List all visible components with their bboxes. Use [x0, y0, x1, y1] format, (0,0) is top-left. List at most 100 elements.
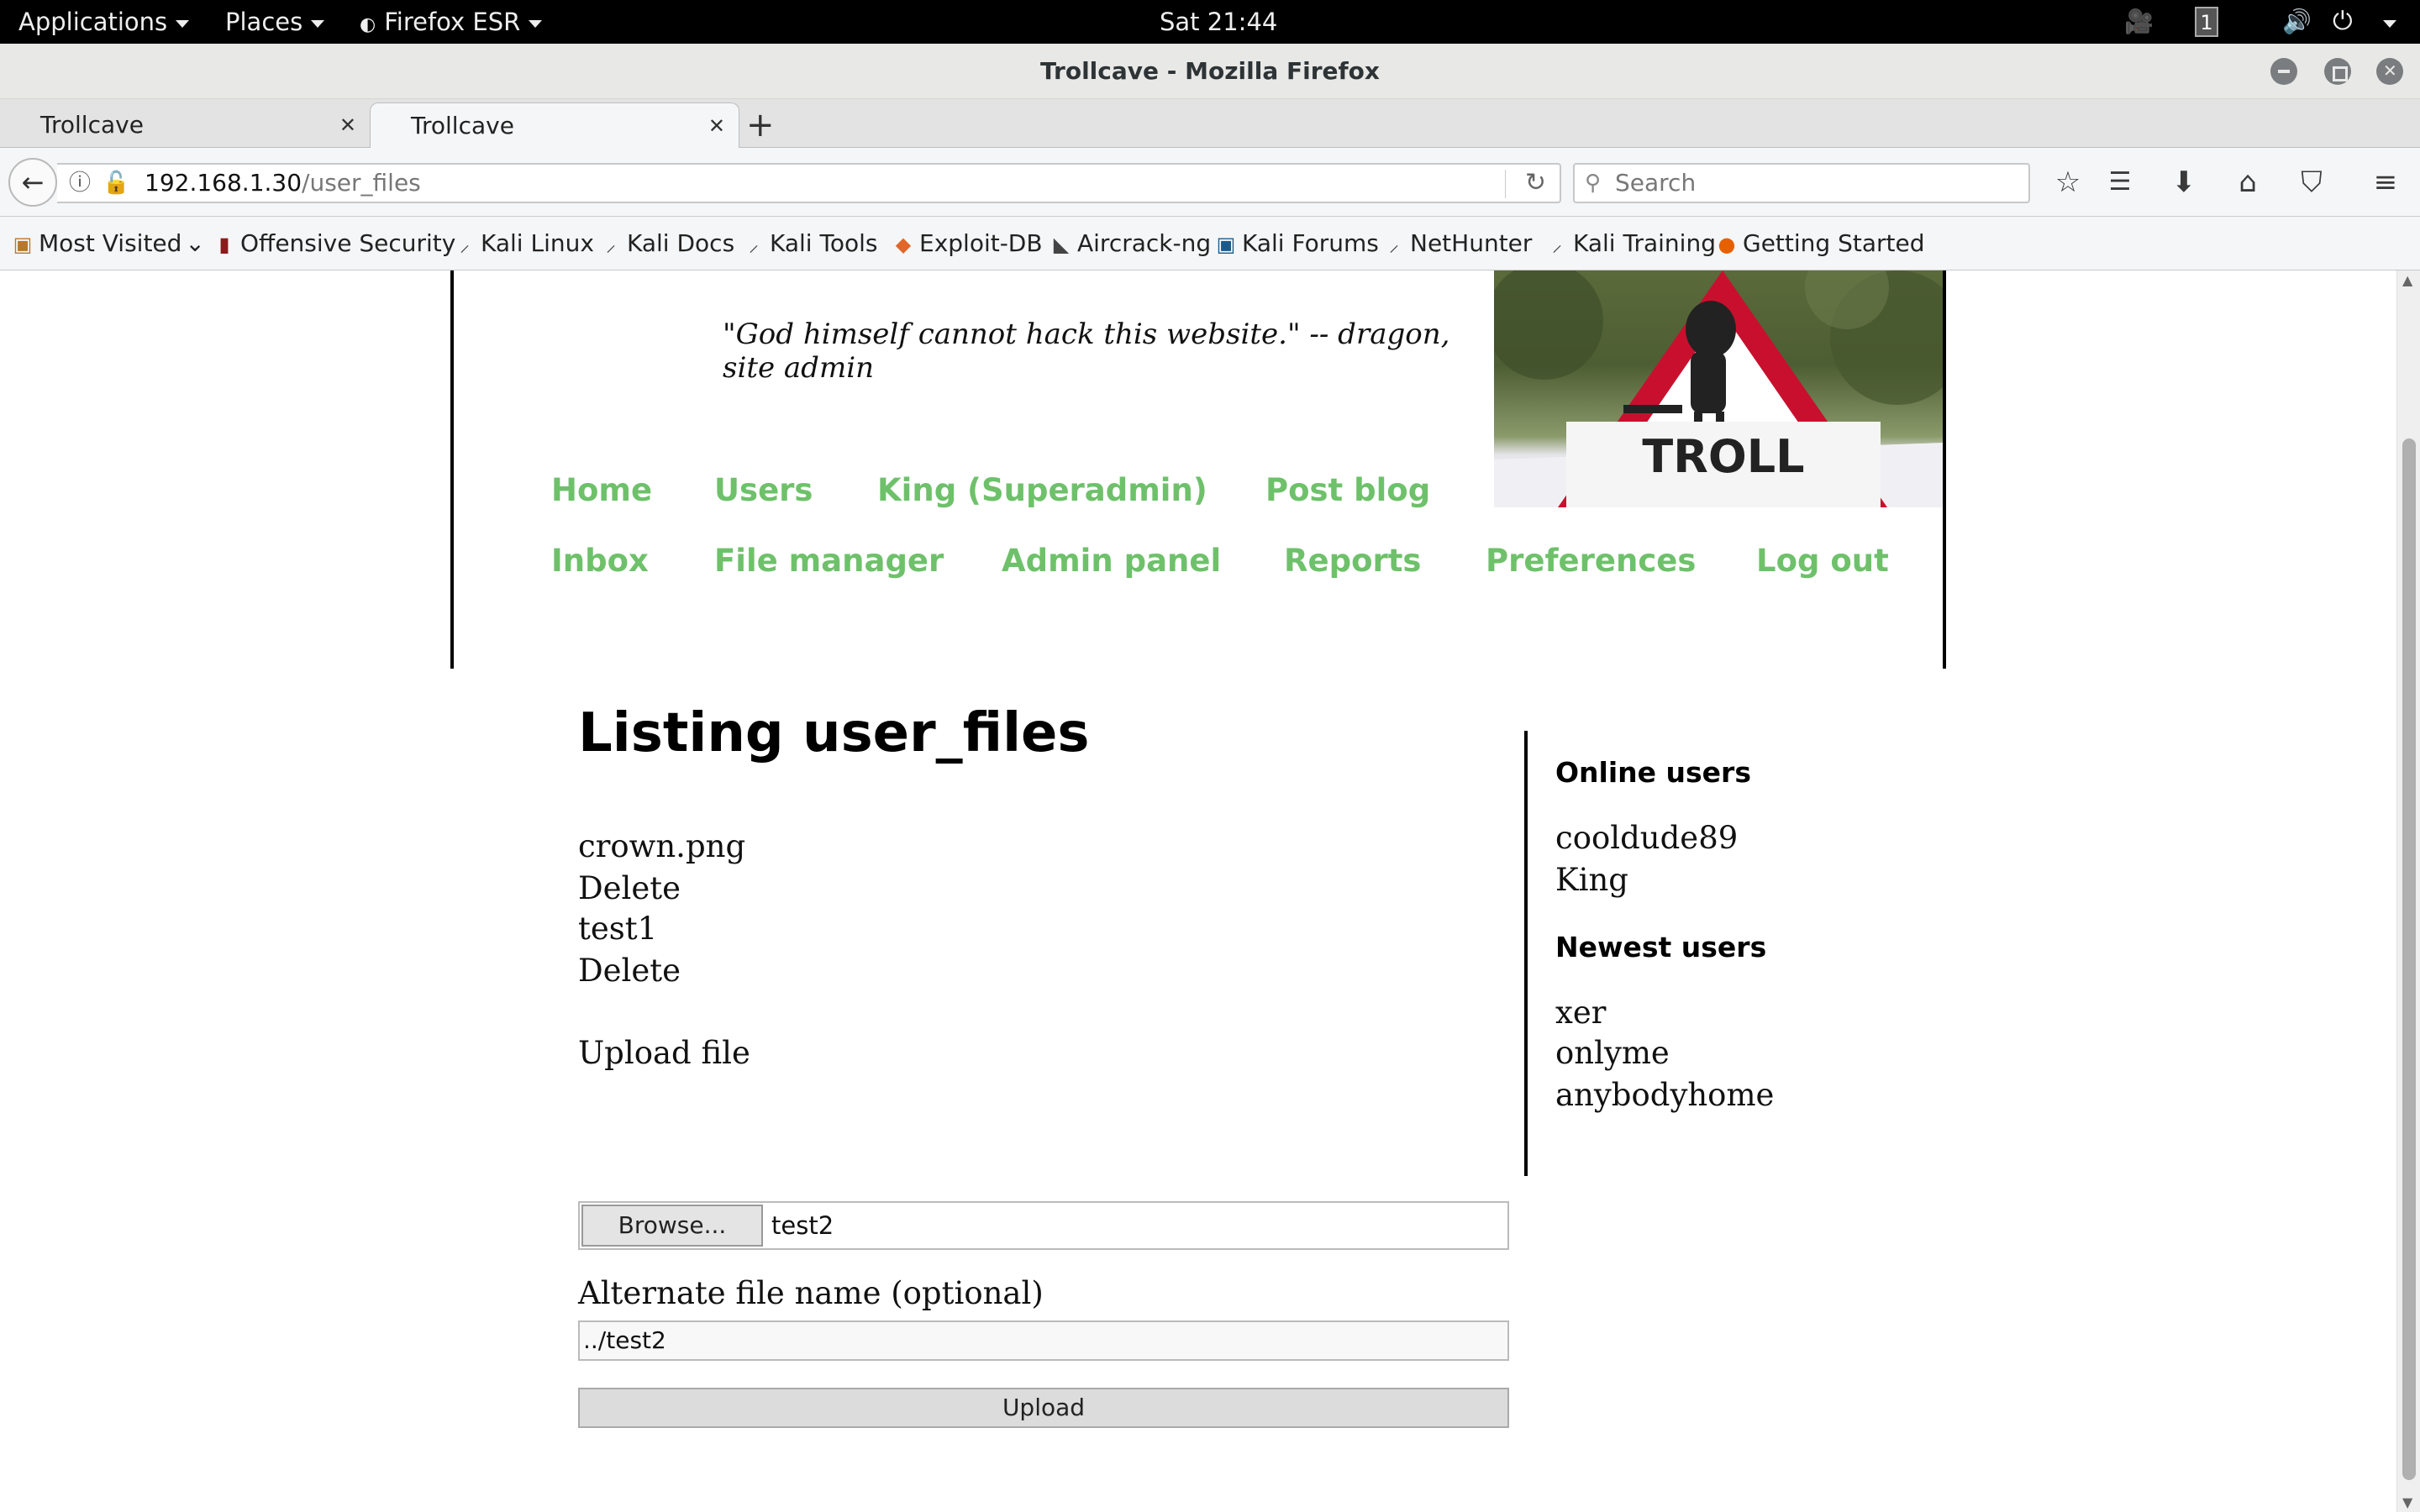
- tab-label: Trollcave: [40, 111, 144, 139]
- newest-user[interactable]: onlyme: [1555, 1035, 1670, 1071]
- upload-button[interactable]: Upload: [578, 1388, 1509, 1428]
- window-title-bar: Trollcave - Mozilla Firefox: [0, 44, 2420, 99]
- firefox-app-menu[interactable]: ◐ Firefox ESR: [360, 0, 543, 44]
- bookmark-nethunter[interactable]: ⸝ NetHunter: [1383, 217, 1532, 270]
- search-icon: ⚲: [1585, 171, 1602, 196]
- bookmark-getting-started[interactable]: ● Getting Started: [1716, 217, 1925, 270]
- delete-link-crown[interactable]: Delete: [578, 870, 681, 906]
- bookmark-most-visited[interactable]: ▣ Most Visited ⌄: [12, 217, 205, 270]
- alternate-file-name-input[interactable]: ../test2: [578, 1320, 1509, 1361]
- nav-users[interactable]: Users: [714, 472, 813, 508]
- kali-icon: ⸝: [460, 233, 470, 256]
- bookmark-kali-linux[interactable]: ⸝ Kali Linux: [454, 217, 594, 270]
- bookmark-label: Getting Started: [1743, 229, 1925, 257]
- search-input[interactable]: ⚲ Search: [1573, 163, 2030, 203]
- insecure-lock-icon[interactable]: 🔓: [103, 165, 129, 202]
- site-quote: "God himself cannot hack this website." …: [723, 318, 1450, 385]
- browse-button[interactable]: Browse...: [581, 1205, 763, 1247]
- nav-reports[interactable]: Reports: [1284, 543, 1421, 579]
- bookmark-label: Exploit-DB: [919, 229, 1043, 257]
- newest-user[interactable]: xer: [1555, 995, 1606, 1031]
- bookmark-label: Most Visited: [39, 229, 182, 257]
- maximize-button[interactable]: [2324, 58, 2351, 85]
- volume-icon[interactable]: 🔊: [2282, 0, 2312, 44]
- pocket-icon[interactable]: ⛉: [2291, 160, 2333, 205]
- url-host: 192.168.1.30: [145, 169, 302, 197]
- bookmark-label: NetHunter: [1410, 229, 1533, 257]
- scroll-up-icon[interactable]: ▲: [2402, 272, 2412, 288]
- nav-home[interactable]: Home: [551, 472, 652, 508]
- newest-users-heading: Newest users: [1555, 931, 1767, 963]
- firefox-dot-icon: ◐: [360, 14, 376, 35]
- tab-trollcave-2[interactable]: Trollcave ✕: [370, 102, 739, 148]
- chevron-down-icon: ⌄: [185, 229, 205, 257]
- bookmark-star-icon[interactable]: ☆: [2047, 160, 2089, 205]
- online-user[interactable]: cooldude89: [1555, 820, 1738, 856]
- nav-file-manager[interactable]: File manager: [714, 543, 944, 579]
- bookmark-label: Kali Tools: [770, 229, 878, 257]
- upload-file-heading: Upload file: [578, 1035, 750, 1071]
- chevron-down-icon: [529, 19, 543, 28]
- folder-icon: ▣: [13, 233, 33, 256]
- tab-trollcave-1[interactable]: Trollcave ✕: [0, 102, 370, 148]
- bookmark-kali-training[interactable]: ⸝ Kali Training: [1546, 217, 1716, 270]
- camera-icon[interactable]: 🎥: [2124, 0, 2154, 44]
- info-icon[interactable]: ⓘ: [69, 165, 91, 202]
- scroll-down-icon[interactable]: ▼: [2402, 1494, 2412, 1510]
- new-tab-button[interactable]: +: [746, 102, 775, 148]
- nav-admin-panel[interactable]: Admin panel: [1002, 543, 1221, 579]
- file-input[interactable]: Browse... test2: [578, 1201, 1509, 1250]
- system-top-bar: Applications Places ◐ Firefox ESR Sat 21:…: [0, 0, 2420, 44]
- chevron-down-icon: [176, 19, 190, 28]
- file-name-test1[interactable]: test1: [578, 911, 657, 947]
- firefox-icon: ●: [1718, 233, 1736, 256]
- clock[interactable]: Sat 21:44: [1160, 0, 1277, 44]
- bookmark-kali-forums[interactable]: ▣ Kali Forums: [1215, 217, 1379, 270]
- nav-log-out[interactable]: Log out: [1756, 543, 1889, 579]
- scrollbar-thumb[interactable]: [2402, 438, 2416, 1480]
- url-bar[interactable]: ⓘ 🔓 192.168.1.30/user_files ↻: [57, 163, 1561, 203]
- close-window-button[interactable]: [2376, 58, 2403, 85]
- download-icon[interactable]: ⬇: [2163, 160, 2205, 205]
- page-scrollbar[interactable]: ▲ ▼: [2396, 270, 2420, 1512]
- reading-list-icon[interactable]: ☰: [2099, 160, 2141, 205]
- tab-strip: Trollcave ✕ Trollcave ✕ +: [0, 99, 2420, 148]
- bookmark-kali-tools[interactable]: ⸝ Kali Tools: [743, 217, 877, 270]
- back-button[interactable]: ←: [8, 158, 57, 207]
- kali-icon: ⸝: [749, 233, 759, 256]
- power-menu-chevron[interactable]: [2375, 0, 2396, 44]
- nav-inbox[interactable]: Inbox: [551, 543, 649, 579]
- bookmarks-toolbar: ▣ Most Visited ⌄ ▮ Offensive Security ⸝ Kali…: [0, 217, 2420, 270]
- bookmark-label: Aircrack-ng: [1077, 229, 1212, 257]
- nav-king-superadmin[interactable]: King (Superadmin): [877, 472, 1207, 508]
- delete-link-test1[interactable]: Delete: [578, 953, 681, 989]
- places-menu[interactable]: Places: [225, 0, 325, 44]
- kali-icon: ⸝: [1389, 233, 1399, 256]
- online-users-heading: Online users: [1555, 756, 1751, 789]
- reload-icon[interactable]: ↻: [1525, 165, 1546, 202]
- nav-preferences[interactable]: Preferences: [1486, 543, 1696, 579]
- power-icon[interactable]: ⏻: [2333, 0, 2353, 44]
- url-text[interactable]: 192.168.1.30/user_files: [145, 165, 421, 202]
- workspace-indicator[interactable]: 1: [2195, 7, 2218, 37]
- troll-sign-graphic: TROLL: [1494, 270, 1943, 507]
- nav-post-blog[interactable]: Post blog: [1265, 472, 1430, 508]
- bookmark-kali-docs[interactable]: ⸝ Kali Docs: [600, 217, 734, 270]
- bookmark-offensive-security[interactable]: ▮ Offensive Security: [213, 217, 455, 270]
- minimize-button[interactable]: [2270, 58, 2297, 85]
- close-tab-icon[interactable]: ✕: [708, 103, 725, 149]
- bookmark-label: Kali Docs: [627, 229, 735, 257]
- online-user[interactable]: King: [1555, 862, 1628, 898]
- newest-user[interactable]: anybodyhome: [1555, 1077, 1774, 1113]
- firefox-app-label: Firefox ESR: [384, 8, 521, 36]
- hamburger-menu-icon[interactable]: ≡: [2365, 160, 2407, 205]
- kali-icon: ⸝: [1552, 233, 1562, 256]
- aircrack-icon: ◣: [1053, 233, 1070, 256]
- bookmark-exploit-db[interactable]: ◆ Exploit-DB: [892, 217, 1043, 270]
- home-icon[interactable]: ⌂: [2227, 160, 2269, 205]
- file-name-crown[interactable]: crown.png: [578, 828, 745, 864]
- bookmark-aircrack-ng[interactable]: ◣ Aircrack-ng: [1050, 217, 1211, 270]
- bookmark-label: Kali Forums: [1242, 229, 1379, 257]
- applications-menu[interactable]: Applications: [18, 0, 190, 44]
- close-tab-icon[interactable]: ✕: [339, 102, 356, 148]
